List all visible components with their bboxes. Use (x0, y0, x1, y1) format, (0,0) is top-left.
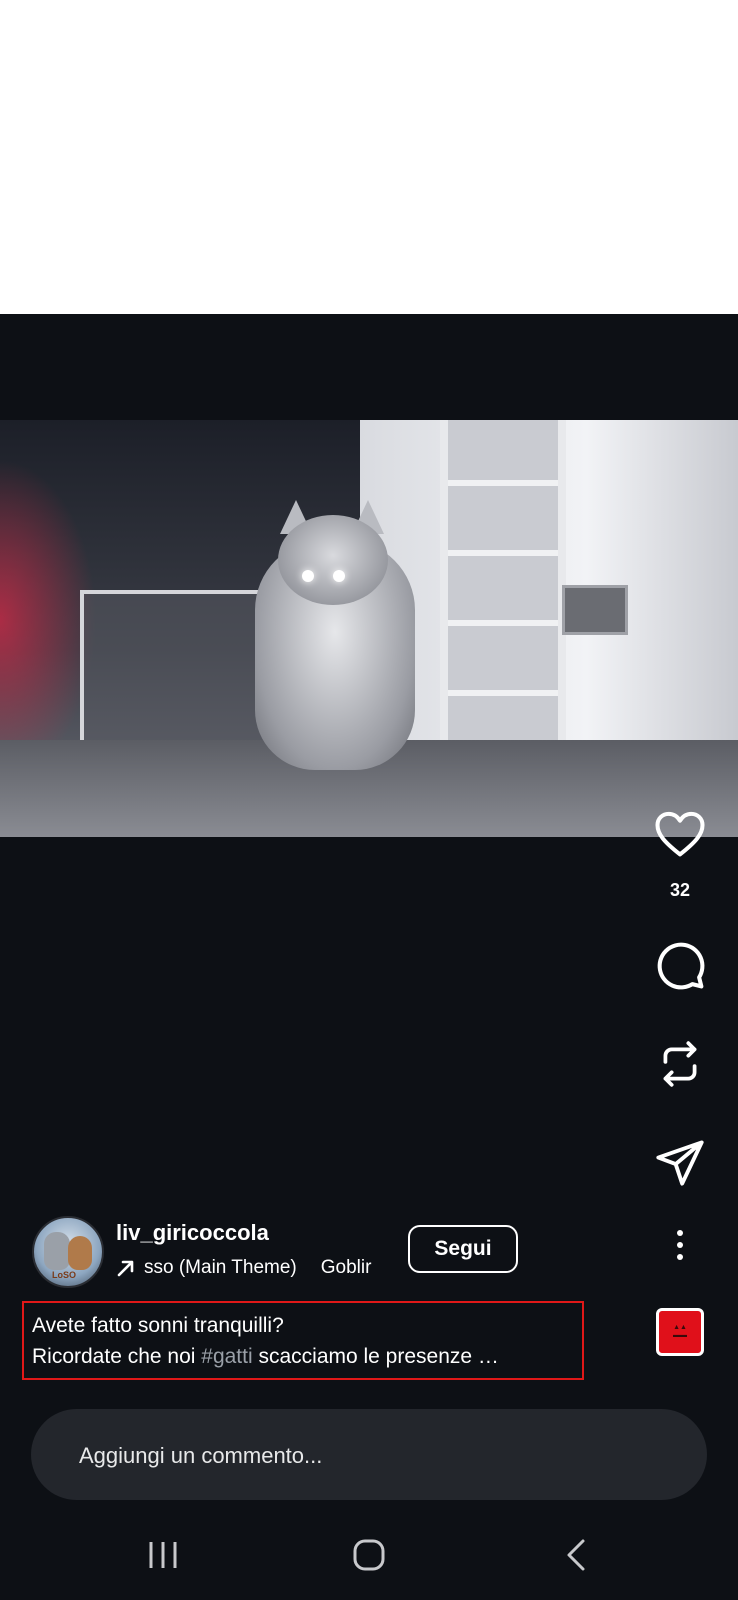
like-button[interactable] (645, 808, 715, 858)
comment-icon (657, 942, 705, 990)
video-outlet (562, 585, 628, 635)
music-track: sso (Main Theme) (144, 1257, 297, 1278)
username[interactable]: liv_giricoccola (116, 1220, 269, 1246)
comment-button[interactable] (645, 938, 715, 992)
video-shelf (440, 420, 566, 740)
like-count[interactable]: 32 (645, 880, 715, 901)
follow-button[interactable]: Segui (408, 1225, 518, 1273)
audio-thumbnail-art: ▲▲ ▬▬ (673, 1324, 687, 1339)
heart-icon (655, 811, 705, 857)
more-icon (677, 1230, 683, 1260)
hashtag-link[interactable]: #gatti (201, 1345, 252, 1368)
video-cabinet (80, 590, 268, 744)
avatar-label: LoSO (52, 1270, 76, 1280)
reel-video[interactable] (0, 420, 738, 837)
caption-text: Ricordate che noi (32, 1345, 202, 1368)
more-options-button[interactable] (645, 1228, 715, 1262)
comment-bar[interactable] (31, 1409, 707, 1502)
music-info[interactable]: sso (Main Theme) Goblir (116, 1254, 371, 1282)
share-button[interactable] (645, 1138, 715, 1188)
arrow-up-right-icon (117, 1260, 134, 1277)
caption-line-2: Ricordate che noi #gatti scacciamo le pr… (32, 1341, 574, 1372)
music-artist: Goblir (320, 1257, 372, 1278)
recents-button[interactable] (133, 1530, 193, 1580)
comment-input[interactable] (77, 1409, 681, 1502)
caption[interactable]: Avete fatto sonni tranquilli? Ricordate … (22, 1301, 584, 1380)
recents-icon (149, 1542, 177, 1568)
back-icon (567, 1539, 585, 1571)
cat-eye (333, 570, 345, 582)
home-icon (353, 1539, 385, 1571)
top-blank-area (0, 0, 738, 314)
audio-thumbnail[interactable]: ▲▲ ▬▬ (656, 1308, 704, 1356)
cat-eye (302, 570, 314, 582)
system-navigation-bar (0, 1510, 738, 1600)
back-button[interactable] (546, 1530, 606, 1580)
repost-icon (663, 1041, 697, 1087)
avatar-cat-orange (68, 1236, 92, 1270)
cat-head (278, 515, 388, 605)
home-button[interactable] (339, 1530, 399, 1580)
avatar[interactable]: LoSO (32, 1216, 104, 1288)
repost-button[interactable] (645, 1036, 715, 1092)
caption-text: scacciamo le presenze … (252, 1345, 499, 1368)
avatar-cat-grey (44, 1232, 70, 1270)
caption-line-1: Avete fatto sonni tranquilli? (32, 1314, 284, 1337)
send-icon (656, 1140, 704, 1186)
